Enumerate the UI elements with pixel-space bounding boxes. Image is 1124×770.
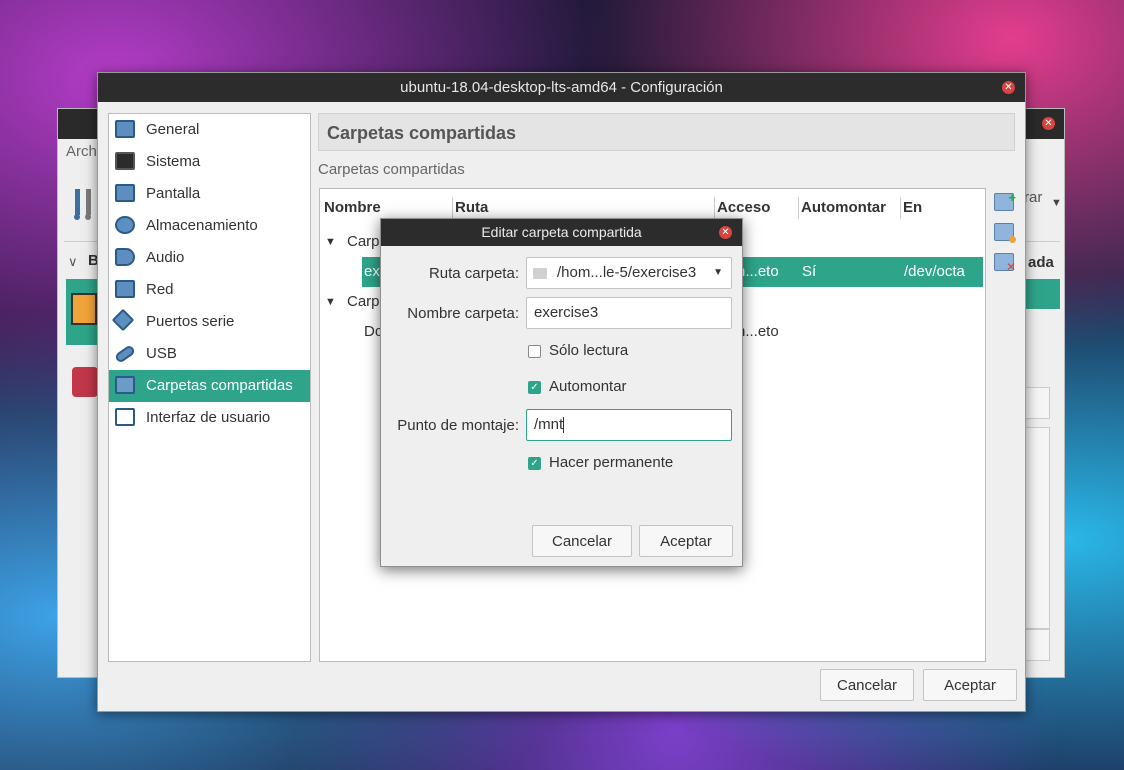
expand-triangle-icon[interactable]: ▼ [325,227,336,257]
sidebar-item-red[interactable]: Red [109,274,310,306]
group-name: Carp [347,293,380,310]
row-access: n...eto [737,263,779,280]
background-toolbar-text: rar [1024,189,1043,206]
mount-point-value: /mnt [534,416,564,433]
text-cursor [563,417,565,434]
tools-icon [72,187,98,221]
background-field [1024,629,1050,661]
read-only-checkbox[interactable] [528,345,541,358]
cancel-button[interactable]: Cancelar [820,669,914,701]
disk-icon [115,216,135,234]
sidebar-item-label: Puertos serie [146,313,235,330]
column-header-acceso[interactable]: Acceso [717,199,770,216]
make-permanent-label: Hacer permanente [549,454,674,471]
section-label: Carpetas compartidas [318,161,465,178]
column-divider [452,197,453,219]
chevron-down-icon[interactable]: ▼ [713,258,723,288]
background-menu-text: Arch [66,143,97,160]
column-divider [900,197,901,219]
remove-folder-icon[interactable]: ✕ [994,253,1016,274]
sidebar-item-label: Audio [146,249,185,266]
column-header-en[interactable]: En [903,199,922,216]
edit-folder-icon[interactable] [994,223,1016,243]
group-name: Carp [347,233,380,250]
folder-icon [115,376,135,394]
folder-icon [533,268,547,279]
ruta-carpeta-label: Ruta carpeta: [428,265,519,282]
chip-icon [115,152,135,170]
column-divider [798,197,799,219]
sidebar-item-label: Interfaz de usuario [146,409,271,426]
row-name: ex [364,263,380,280]
edit-shared-folder-dialog: Editar carpeta compartida ✕ Ruta carpeta… [380,218,743,567]
dropdown-arrow-icon[interactable]: ▼ [1051,197,1062,209]
sidebar-item-label: Red [146,281,174,298]
read-only-label: Sólo lectura [549,342,629,359]
folder-path-value: /hom...le-5/exercise3 [557,264,697,281]
mount-point-field[interactable]: /mnt [526,409,732,441]
dialog-cancel-button[interactable]: Cancelar [532,525,632,557]
usb-icon [113,344,137,364]
background-panel [1024,427,1050,629]
sidebar-item-label: Almacenamiento [146,217,258,234]
column-header-ruta[interactable]: Ruta [455,199,488,216]
sidebar-item-general[interactable]: General [109,114,310,146]
sidebar-item-pantalla[interactable]: Pantalla [109,178,310,210]
sidebar-item-label: Pantalla [146,185,201,202]
automount-label: Automontar [549,378,627,395]
network-icon [115,280,135,298]
sidebar-item-almacenamiento[interactable]: Almacenamiento [109,210,310,242]
automount-checkbox[interactable]: ✓ [528,381,541,394]
monitor-icon [115,120,135,138]
chevron-down-icon[interactable]: ∨ [68,254,78,270]
sidebar-item-label: USB [146,345,177,362]
row-automount: Sí [802,263,817,280]
dialog-close-icon[interactable]: ✕ [719,226,732,239]
column-divider [714,197,715,219]
background-field [1024,387,1050,419]
make-permanent-checkbox[interactable]: ✓ [528,457,541,470]
column-header-nombre[interactable]: Nombre [324,199,381,216]
vm-icon [72,367,98,397]
sidebar-item-carpetas-compartidas[interactable]: Carpetas compartidas [109,370,310,402]
vm-icon [71,293,97,325]
page-title: Carpetas compartidas [318,113,1015,151]
sidebar-item-interfaz-de-usuario[interactable]: Interfaz de usuario [109,402,310,434]
expand-triangle-icon[interactable]: ▼ [325,287,336,317]
accept-button[interactable]: Aceptar [923,669,1017,701]
settings-sidebar: General Sistema Pantalla Almacenamiento … [108,113,311,662]
serial-port-icon [111,308,135,332]
dialog-title: Editar carpeta compartida [381,219,742,246]
nombre-carpeta-label: Nombre carpeta: [407,305,519,322]
sidebar-item-audio[interactable]: Audio [109,242,310,274]
background-column-text: ada [1028,254,1054,271]
add-folder-icon[interactable]: + [994,190,1016,211]
sidebar-item-usb[interactable]: USB [109,338,310,370]
mount-point-label: Punto de montaje: [397,417,519,434]
window-icon [115,408,135,426]
close-icon[interactable]: ✕ [1002,81,1015,94]
sidebar-item-sistema[interactable]: Sistema [109,146,310,178]
row-access: n...eto [737,323,779,340]
sidebar-item-label: Carpetas compartidas [146,377,293,394]
folder-name-field[interactable]: exercise3 [526,297,732,329]
sidebar-item-label: Sistema [146,153,201,170]
dialog-accept-button[interactable]: Aceptar [639,525,733,557]
sidebar-item-puertos-serie[interactable]: Puertos serie [109,306,310,338]
row-mount-point: /dev/octa [904,263,965,280]
column-header-automontar[interactable]: Automontar [801,199,886,216]
background-close-icon[interactable]: ✕ [1042,117,1055,130]
sidebar-item-label: General [146,121,200,138]
folder-path-select[interactable]: /hom...le-5/exercise3 ▼ [526,257,732,289]
display-icon [115,184,135,202]
background-selected-row [1024,279,1060,309]
window-title: ubuntu-18.04-desktop-lts-amd64 - Configu… [98,73,1025,102]
speaker-icon [115,248,135,266]
